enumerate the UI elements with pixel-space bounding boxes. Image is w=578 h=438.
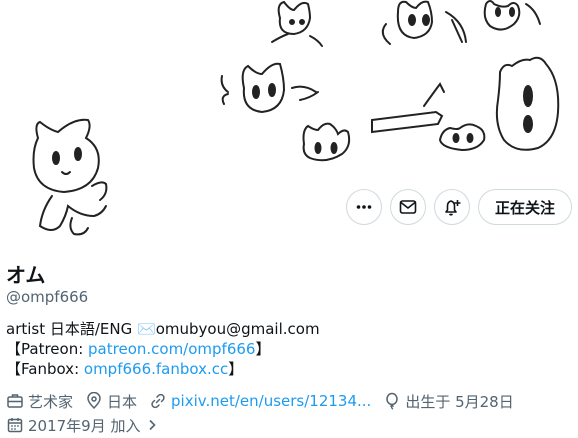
meta-birthday: 出生于 5月28日 — [383, 391, 514, 411]
location-label: 日本 — [107, 392, 138, 411]
birthday-label: 出生于 5月28日 — [405, 392, 514, 411]
meta-location: 日本 — [85, 391, 137, 411]
bio-line-fanbox: 【Fanbox: ompf666.fanbox.cc】 — [6, 359, 320, 379]
patreon-prefix: 【Patreon: — [6, 340, 89, 358]
category-label: 艺术家 — [28, 392, 74, 411]
patreon-suffix: 】 — [255, 340, 271, 358]
fanbox-link[interactable]: ompf666.fanbox.cc — [84, 360, 228, 378]
meta-website: pixiv.net/en/users/12134... — [149, 391, 371, 411]
profile-avatar[interactable] — [12, 108, 132, 243]
chevron-right-icon — [148, 419, 156, 431]
calendar-icon — [7, 418, 23, 433]
meta-joined[interactable]: 2017年9月 加入 — [6, 415, 163, 435]
bio-line-patreon: 【Patreon: patreon.com/ompf666】 — [6, 339, 320, 359]
briefcase-icon — [7, 394, 23, 408]
bell-plus-icon — [445, 200, 461, 216]
location-pin-icon — [87, 392, 101, 410]
meta-category: 艺术家 — [6, 391, 73, 411]
more-icon — [356, 205, 372, 209]
envelope-emoji-icon: ✉️ — [137, 320, 156, 338]
notify-button[interactable] — [433, 189, 470, 225]
profile-bio: artist 日本語/ENG ✉️omubyou@gmail.com 【Patr… — [6, 319, 320, 379]
patreon-link[interactable]: patreon.com/ompf666 — [88, 340, 255, 358]
profile-actions: 正在关注 — [345, 189, 572, 225]
mail-icon — [399, 200, 417, 214]
website-link[interactable]: pixiv.net/en/users/12134... — [171, 392, 371, 410]
display-name: オム — [6, 263, 46, 287]
profile-meta: 艺术家 日本 pixiv.net/en/users/12134... 出生于 5… — [6, 391, 566, 435]
more-button[interactable] — [345, 189, 382, 225]
joined-label: 2017年9月 加入 — [28, 416, 141, 435]
message-button[interactable] — [389, 189, 426, 225]
bio-line-1: artist 日本語/ENG ✉️omubyou@gmail.com — [6, 319, 320, 339]
bio-text: artist 日本語/ENG — [6, 320, 138, 338]
fanbox-suffix: 】 — [228, 360, 244, 378]
fanbox-prefix: 【Fanbox: — [6, 360, 84, 378]
link-icon — [151, 393, 165, 409]
following-button[interactable]: 正在关注 — [477, 189, 572, 225]
balloon-icon — [386, 392, 399, 410]
user-handle: @ompf666 — [6, 288, 89, 306]
bio-email: omubyou@gmail.com — [155, 320, 320, 338]
avatar-image — [32, 118, 108, 236]
